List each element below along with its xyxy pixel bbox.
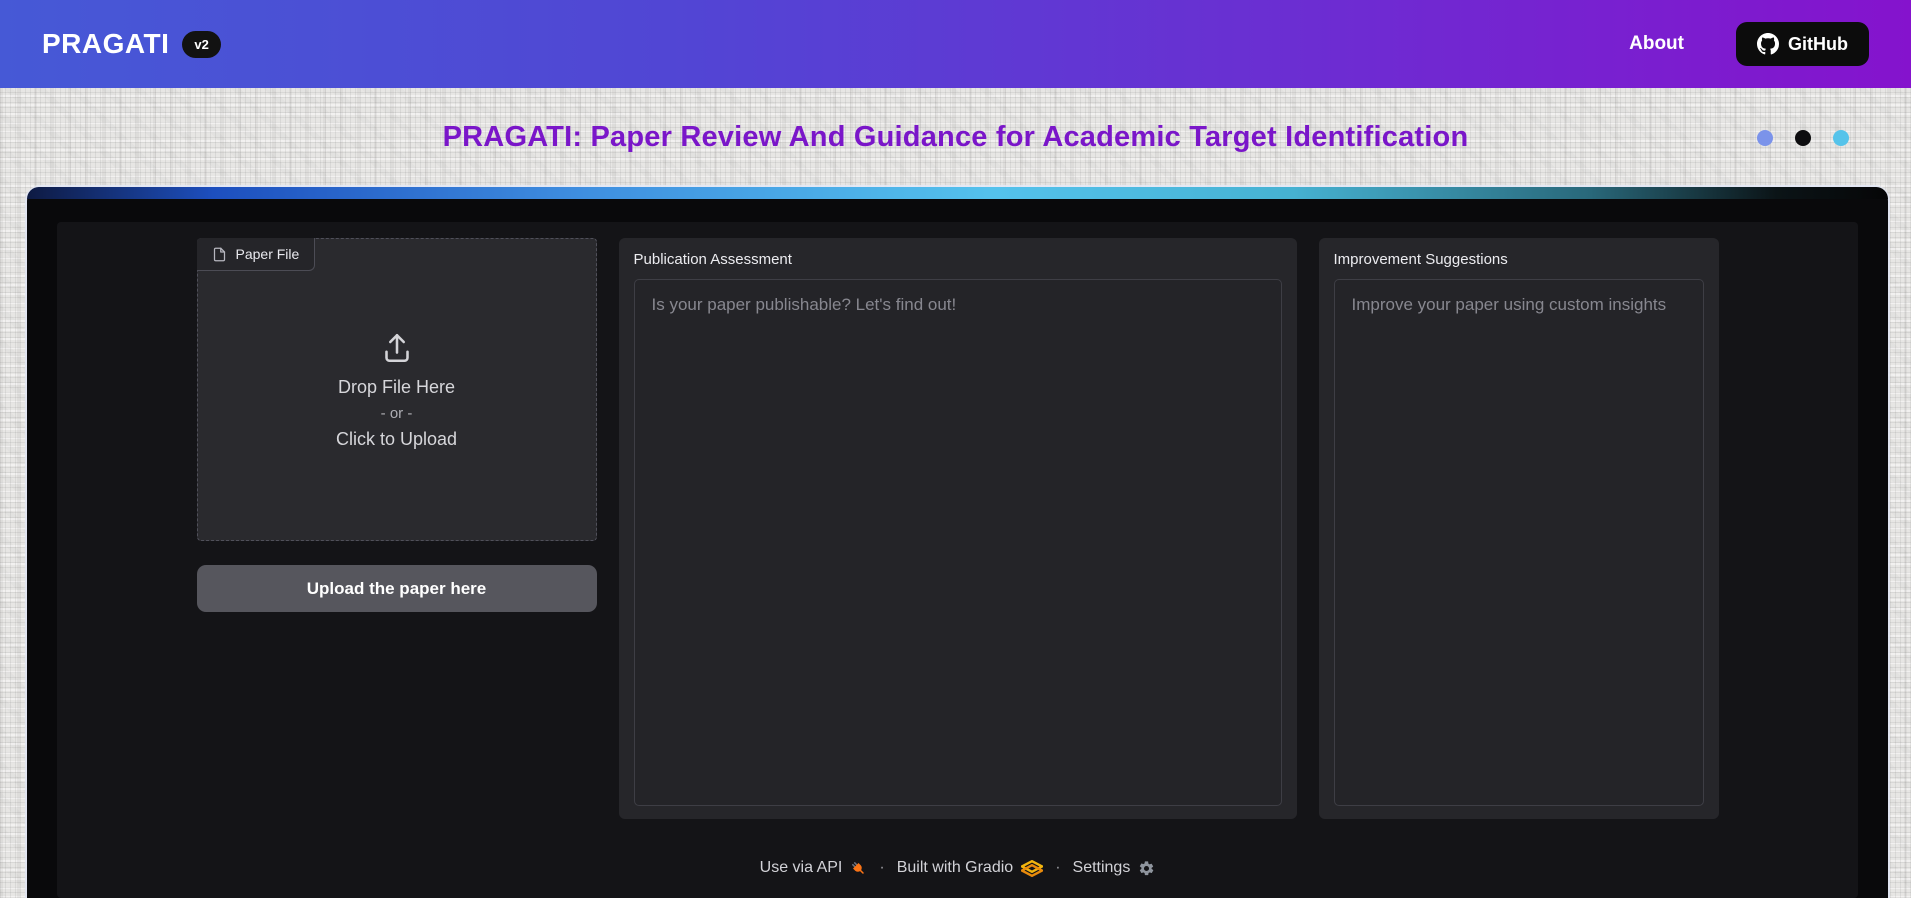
version-badge: v2 <box>182 30 221 58</box>
upload-paper-button[interactable]: Upload the paper here <box>196 565 597 612</box>
upload-column: Paper File Drop File Here - or - Click t… <box>196 238 597 819</box>
file-block-label: Paper File <box>196 238 316 271</box>
suggestions-label: Improvement Suggestions <box>1333 251 1508 268</box>
accent-gradient-bar <box>27 187 1888 199</box>
black-dot <box>1795 129 1811 146</box>
file-icon <box>212 247 227 262</box>
assessment-textbox[interactable] <box>633 279 1282 806</box>
status-dots <box>1757 129 1849 146</box>
click-to-upload-link[interactable]: Click to Upload <box>336 429 457 450</box>
header-nav: About GitHub <box>1629 22 1869 66</box>
brand-logo: PRAGATI <box>42 28 170 59</box>
built-with-gradio-label: Built with Gradio <box>896 859 1014 876</box>
github-button[interactable]: GitHub <box>1736 22 1869 66</box>
settings-link[interactable]: Settings <box>1073 859 1156 877</box>
title-row: PRAGATI: Paper Review And Guidance for A… <box>0 88 1911 187</box>
content-row: Paper File Drop File Here - or - Click t… <box>196 238 1719 819</box>
page-title: PRAGATI: Paper Review And Guidance for A… <box>442 121 1469 153</box>
file-dropzone[interactable]: Paper File Drop File Here - or - Click t… <box>196 238 597 541</box>
gradio-footer: Use via API · Built with Gradio · Settin… <box>57 859 1858 877</box>
settings-label: Settings <box>1072 859 1131 876</box>
suggestions-panel: Improvement Suggestions <box>1318 238 1719 819</box>
about-link[interactable]: About <box>1629 33 1684 55</box>
drop-file-text: Drop File Here <box>337 376 456 397</box>
or-text: - or - <box>380 404 413 422</box>
assessment-label: Publication Assessment <box>633 251 792 268</box>
github-button-label: GitHub <box>1788 33 1848 54</box>
suggestions-textbox[interactable] <box>1333 279 1704 806</box>
gradio-logo-icon <box>1021 859 1044 877</box>
use-via-api-link[interactable]: Use via API <box>760 859 868 877</box>
upload-tray-icon <box>379 330 415 366</box>
cyan-dot <box>1833 129 1849 146</box>
file-block-label-text: Paper File <box>235 246 300 262</box>
footer-separator: · <box>879 859 885 876</box>
github-octocat-icon <box>1757 33 1779 55</box>
gear-icon <box>1138 860 1155 877</box>
periwinkle-dot <box>1757 129 1773 146</box>
header-bar: PRAGATI v2 About GitHub <box>0 0 1911 88</box>
app-inner-container: Paper File Drop File Here - or - Click t… <box>57 222 1858 898</box>
use-via-api-label: Use via API <box>759 859 843 876</box>
footer-separator-2: · <box>1055 859 1061 876</box>
brand-group: PRAGATI v2 <box>42 28 221 60</box>
suggestions-column: Improvement Suggestions <box>1318 238 1719 819</box>
plug-icon <box>850 860 867 877</box>
assessment-panel: Publication Assessment <box>618 238 1297 819</box>
built-with-gradio-link[interactable]: Built with Gradio <box>897 859 1044 877</box>
assessment-column: Publication Assessment <box>618 238 1297 819</box>
app-card: Paper File Drop File Here - or - Click t… <box>27 187 1888 898</box>
